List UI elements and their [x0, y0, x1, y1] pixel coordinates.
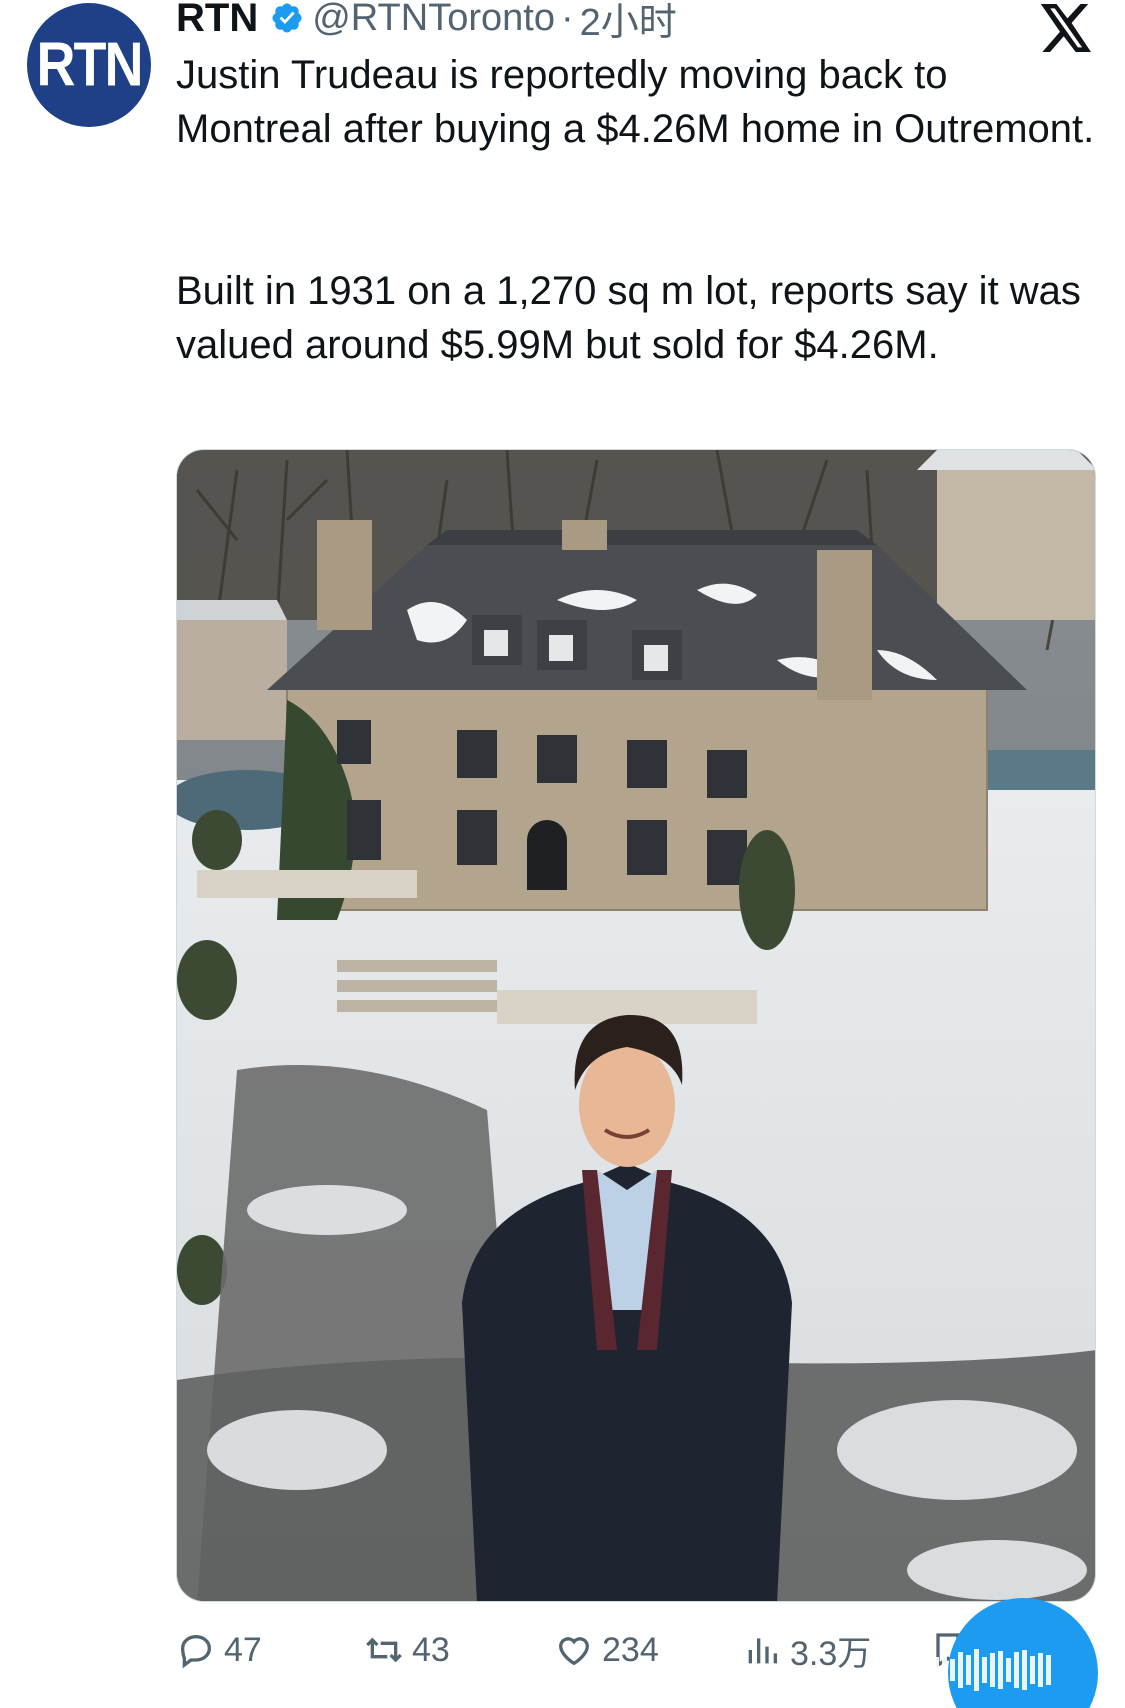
- retweet-button[interactable]: 43: [364, 1622, 450, 1678]
- verified-badge-icon: [272, 3, 302, 33]
- reply-icon: [180, 1634, 212, 1669]
- retweet-count: 43: [412, 1630, 450, 1669]
- x-logo-icon[interactable]: [1040, 4, 1094, 52]
- tweet-header: RTN @RTNToronto · 2小时: [176, 0, 677, 44]
- views-icon: [748, 1638, 777, 1664]
- tweet-card: RTN RTN @RTNToronto · 2小时 Justin Trudeau…: [0, 0, 1125, 1708]
- user-handle[interactable]: @RTNToronto: [312, 0, 555, 40]
- avatar[interactable]: RTN: [27, 3, 151, 127]
- display-name[interactable]: RTN: [176, 0, 258, 41]
- retweet-icon: [366, 1637, 402, 1663]
- separator-dot: ·: [560, 0, 574, 39]
- like-count: 234: [602, 1630, 659, 1669]
- watermark-barcode: [918, 1648, 1051, 1692]
- mansion-photo-illustration: [177, 450, 1095, 1601]
- tweet-text-paragraph-2: Built in 1931 on a 1,270 sq m lot, repor…: [176, 269, 1081, 367]
- reply-count: 47: [224, 1630, 262, 1669]
- reply-button[interactable]: 47: [176, 1622, 262, 1678]
- views-count: 3.3万: [790, 1634, 872, 1673]
- tweet-photo[interactable]: [176, 449, 1096, 1602]
- like-button[interactable]: 234: [554, 1622, 659, 1678]
- views-button[interactable]: 3.3万: [742, 1622, 871, 1678]
- tweet-actions: 47 43 234 3.3万: [176, 1622, 960, 1678]
- avatar-logo-text: RTN: [36, 30, 144, 100]
- like-icon: [558, 1637, 590, 1666]
- timestamp[interactable]: 2小时: [580, 0, 677, 46]
- tweet-text-paragraph-1: Justin Trudeau is reportedly moving back…: [176, 53, 1095, 151]
